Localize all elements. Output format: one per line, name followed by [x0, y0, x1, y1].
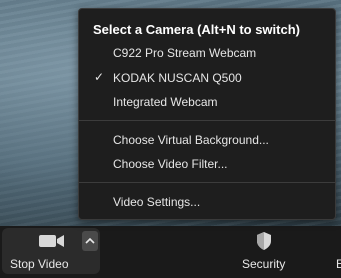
camera-option-label: Integrated Webcam	[113, 95, 218, 109]
security-button[interactable]: Security	[232, 228, 296, 274]
camera-option-label: KODAK NUSCAN Q500	[113, 71, 242, 85]
menu-item-label: Choose Video Filter...	[113, 157, 228, 171]
chevron-up-icon	[85, 237, 95, 244]
video-camera-icon	[39, 235, 64, 247]
camera-option-c922[interactable]: C922 Pro Stream Webcam	[79, 41, 335, 65]
video-options-caret-button[interactable]	[80, 228, 100, 274]
choose-virtual-background-item[interactable]: Choose Virtual Background...	[79, 128, 335, 152]
toolbar-edge-label[interactable]: E	[336, 257, 341, 271]
camera-option-label: C922 Pro Stream Webcam	[113, 46, 257, 60]
shield-icon	[257, 232, 271, 250]
camera-option-kodak[interactable]: ✓ KODAK NUSCAN Q500	[79, 66, 335, 90]
menu-item-label: Choose Virtual Background...	[113, 133, 269, 147]
menu-divider	[79, 182, 335, 183]
camera-option-integrated[interactable]: Integrated Webcam	[79, 90, 335, 114]
caret-box	[82, 231, 98, 251]
menu-divider	[79, 120, 335, 121]
security-label: Security	[242, 257, 286, 271]
choose-video-filter-item[interactable]: Choose Video Filter...	[79, 152, 335, 176]
checkmark-icon: ✓	[94, 70, 105, 84]
menu-header: Select a Camera (Alt+N to switch)	[93, 22, 300, 37]
menu-item-label: Video Settings...	[113, 195, 201, 209]
stop-video-label: Stop Video	[10, 257, 69, 271]
camera-select-menu: Select a Camera (Alt+N to switch) C922 P…	[78, 8, 336, 220]
video-settings-item[interactable]: Video Settings...	[79, 190, 335, 214]
